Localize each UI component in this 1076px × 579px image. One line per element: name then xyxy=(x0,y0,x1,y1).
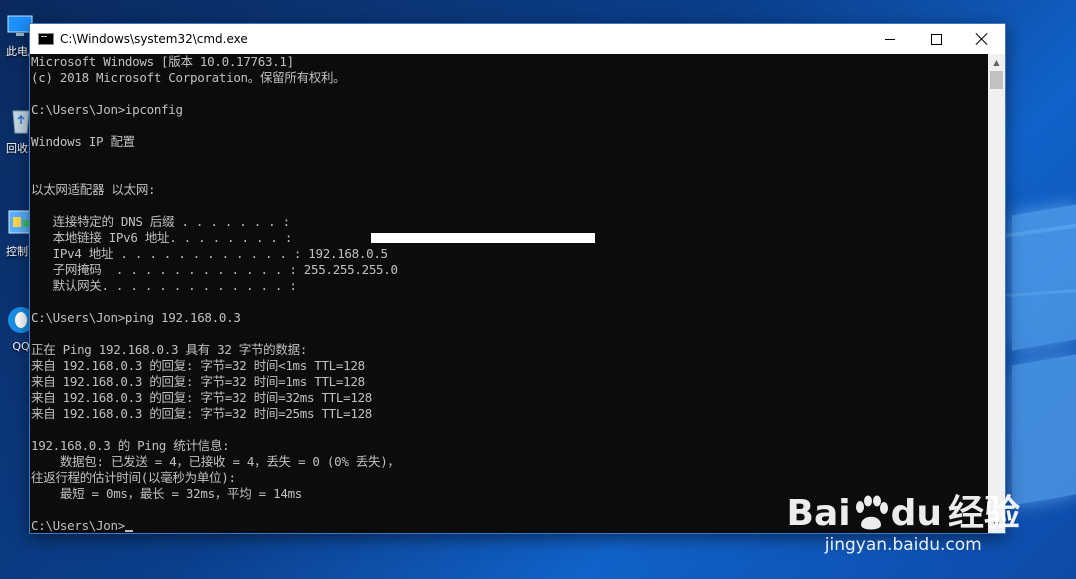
close-icon xyxy=(976,33,988,45)
paw-icon xyxy=(855,495,888,530)
wallpaper-logo-tile xyxy=(1012,354,1076,506)
redacted-ipv6-bar xyxy=(371,233,595,243)
console-line: 来自 192.168.0.3 的回复: 字节=32 时间=25ms TTL=12… xyxy=(31,406,373,421)
console-line: 本地链接 IPv6 地址. . . . . . . . : xyxy=(31,230,293,245)
watermark-brand: Bai xyxy=(786,493,851,534)
console-line: 来自 192.168.0.3 的回复: 字节=32 时间=1ms TTL=128 xyxy=(31,374,365,389)
desktop: 此电脑 回收站 控制面板 QQ C:\Windows\system32\cmd.… xyxy=(0,0,1076,579)
minimize-button[interactable] xyxy=(867,24,913,54)
minimize-icon xyxy=(885,38,895,40)
console-line: 数据包: 已发送 = 4，已接收 = 4，丢失 = 0 (0% 丢失)， xyxy=(31,454,400,469)
cmd-icon xyxy=(38,33,54,45)
watermark-product: 经验 xyxy=(947,493,1020,534)
scroll-thumb[interactable] xyxy=(990,71,1003,89)
console-line: Windows IP 配置 xyxy=(31,134,135,149)
console-line: IPv4 地址 . . . . . . . . . . . . : 192.16… xyxy=(31,246,388,261)
maximize-icon xyxy=(930,33,942,45)
close-button[interactable] xyxy=(959,24,1005,54)
console-line: 来自 192.168.0.3 的回复: 字节=32 时间=32ms TTL=12… xyxy=(31,390,373,405)
console-line: 子网掩码 . . . . . . . . . . . . : 255.255.2… xyxy=(31,262,398,277)
console-line: 往返行程的估计时间(以毫秒为单位): xyxy=(31,470,236,485)
watermark-brand-suffix: du xyxy=(890,493,942,534)
baidu-jingyan-watermark: Bai du 经验 jingyan.baidu.com xyxy=(787,495,1021,556)
vertical-scrollbar[interactable]: ▲ ▼ xyxy=(988,54,1005,533)
console-line: 来自 192.168.0.3 的回复: 字节=32 时间<1ms TTL=128 xyxy=(31,358,365,373)
console-line: 以太网适配器 以太网: xyxy=(31,182,156,197)
console-output[interactable]: Microsoft Windows [版本 10.0.17763.1] (c) 2… xyxy=(30,54,989,533)
text-cursor xyxy=(124,530,133,532)
console-line: C:\Users\Jon>ping 192.168.0.3 xyxy=(31,310,241,325)
scroll-up-arrow-icon[interactable]: ▲ xyxy=(988,54,1005,71)
watermark-url: jingyan.baidu.com xyxy=(824,535,982,555)
wallpaper-logo-tile xyxy=(1012,204,1076,351)
console-line: C:\Users\Jon>ipconfig xyxy=(31,102,183,117)
window-title: C:\Windows\system32\cmd.exe xyxy=(60,32,248,46)
console-line: (c) 2018 Microsoft Corporation。保留所有权利。 xyxy=(31,70,346,85)
cmd-window[interactable]: C:\Windows\system32\cmd.exe Microsoft Wi… xyxy=(29,23,1006,534)
console-line: 默认网关. . . . . . . . . . . . . : xyxy=(31,278,297,293)
console-line: C:\Users\Jon> xyxy=(31,518,133,533)
console-line: 连接特定的 DNS 后缀 . . . . . . . : xyxy=(31,214,290,229)
console-line: 192.168.0.3 的 Ping 统计信息: xyxy=(31,438,230,453)
console-line: Microsoft Windows [版本 10.0.17763.1] xyxy=(31,54,294,69)
console-line: 最短 = 0ms，最长 = 32ms，平均 = 14ms xyxy=(31,486,303,501)
title-bar[interactable]: C:\Windows\system32\cmd.exe xyxy=(30,24,1005,54)
watermark-logo: Bai du 经验 xyxy=(787,495,1021,533)
console-line: 正在 Ping 192.168.0.3 具有 32 字节的数据: xyxy=(31,342,307,357)
maximize-button[interactable] xyxy=(913,24,959,54)
